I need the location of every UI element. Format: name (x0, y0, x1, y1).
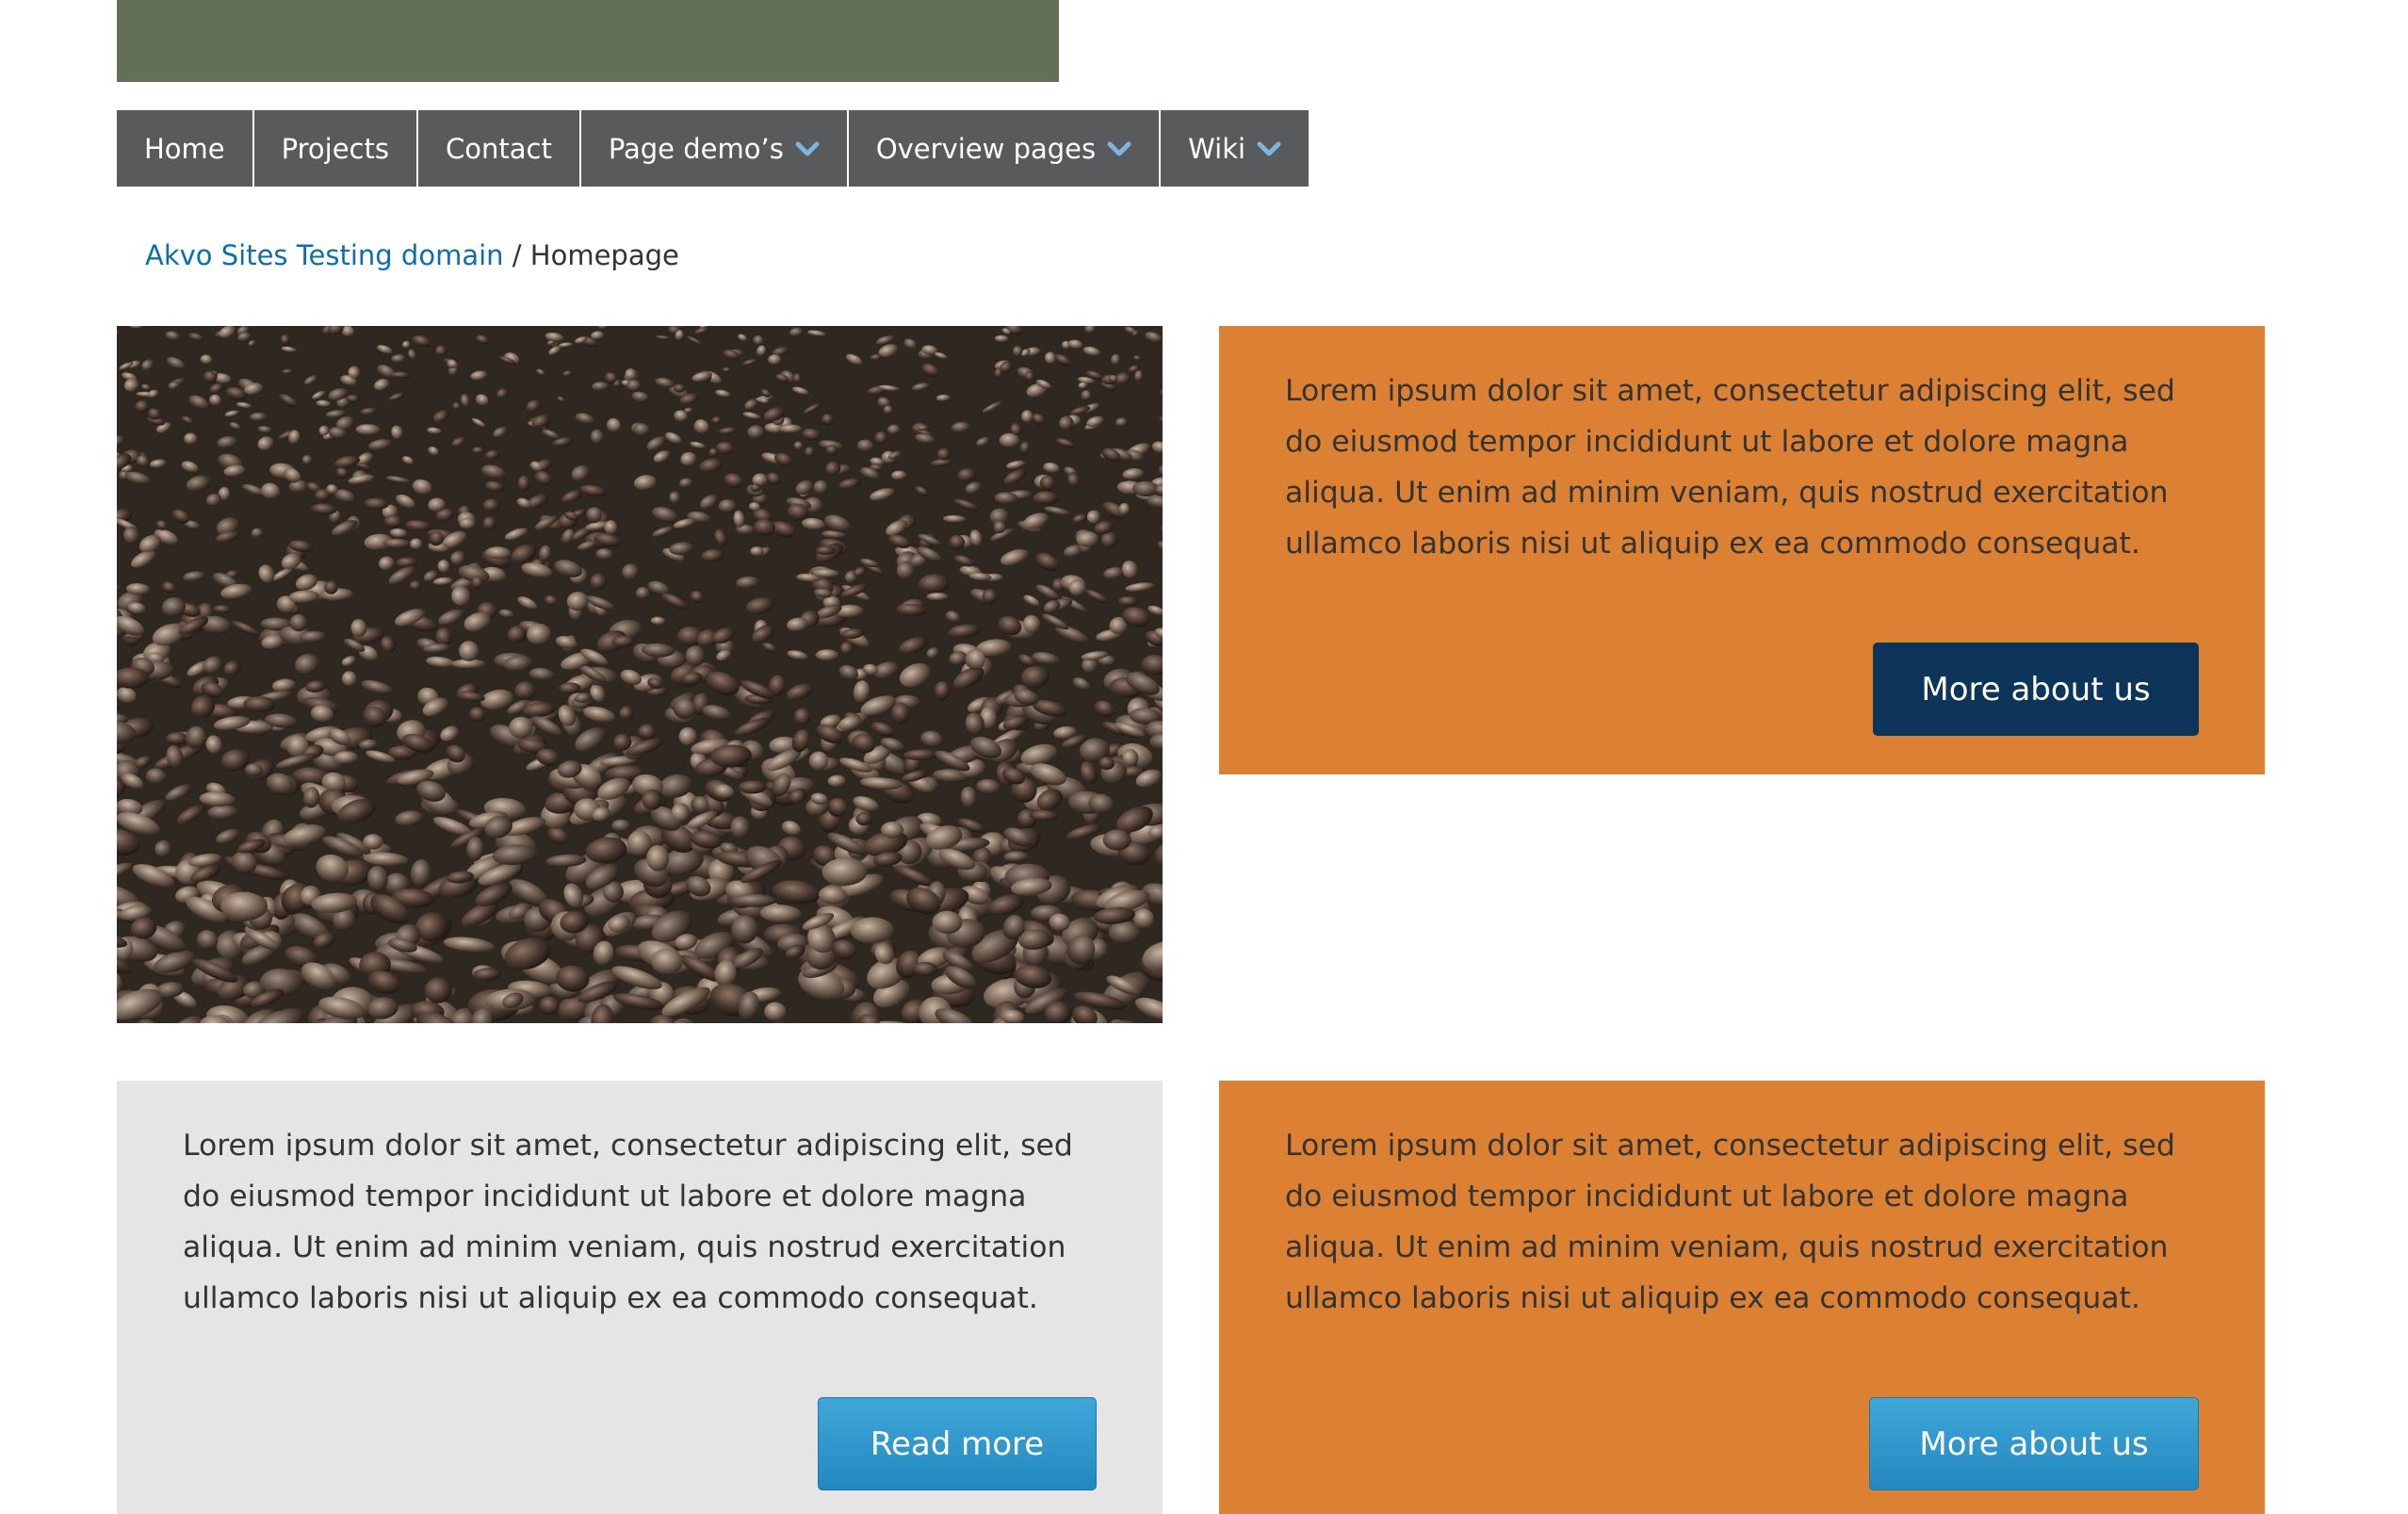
pebble (927, 593, 949, 600)
breadcrumb-separator: / (513, 239, 522, 271)
pebble (732, 894, 776, 907)
nav-item-home[interactable]: Home (117, 110, 254, 187)
hero-image (117, 326, 1163, 1023)
nav-item-contact[interactable]: Contact (418, 110, 581, 187)
pebble (611, 820, 630, 832)
breadcrumb-link-home[interactable]: Akvo Sites Testing domain (145, 239, 504, 271)
chevron-down-icon (1107, 140, 1131, 157)
nav-item-label: Wiki (1188, 133, 1245, 165)
pebble (719, 499, 737, 513)
pebble (881, 822, 903, 838)
info-card: Lorem ipsum dolor sit amet, consectetur … (117, 1081, 1163, 1514)
pebble (166, 732, 188, 744)
pebble (243, 696, 275, 712)
pebble (324, 581, 337, 594)
more-about-us-secondary-button[interactable]: More about us (1869, 1397, 2199, 1490)
main-nav: Home Projects Contact Page demo’s Overvi… (117, 110, 1309, 187)
nav-item-label: Page demo’s (609, 133, 784, 165)
pebble (816, 649, 838, 660)
about-card-secondary: Lorem ipsum dolor sit amet, consectetur … (1219, 1081, 2265, 1514)
pebble (1118, 596, 1138, 606)
pebble (1033, 492, 1059, 505)
nav-item-page-demos[interactable]: Page demo’s (581, 110, 849, 187)
pebble (363, 834, 382, 849)
about-card: Lorem ipsum dolor sit amet, consectetur … (1219, 326, 2265, 774)
pebble (627, 831, 652, 856)
chevron-down-icon (795, 140, 820, 157)
nav-item-overview-pages[interactable]: Overview pages (849, 110, 1161, 187)
nav-item-label: Contact (446, 133, 552, 165)
nav-item-label: Home (144, 133, 225, 165)
breadcrumb: Akvo Sites Testing domain / Homepage (145, 236, 679, 275)
nav-item-label: Overview pages (876, 133, 1096, 165)
pebble (779, 425, 802, 433)
nav-item-label: Projects (282, 133, 389, 165)
nav-item-projects[interactable]: Projects (254, 110, 418, 187)
breadcrumb-current: Homepage (530, 239, 679, 271)
more-about-us-button[interactable]: More about us (1873, 643, 2199, 736)
chevron-down-icon (1257, 140, 1281, 157)
read-more-button[interactable]: Read more (818, 1397, 1097, 1490)
info-card-text: Lorem ipsum dolor sit amet, consectetur … (183, 1120, 1097, 1324)
header-banner (117, 0, 1059, 82)
about-card-text: Lorem ipsum dolor sit amet, consectetur … (1285, 366, 2199, 569)
nav-item-wiki[interactable]: Wiki (1161, 110, 1309, 187)
about-card-secondary-text: Lorem ipsum dolor sit amet, consectetur … (1285, 1120, 2199, 1324)
